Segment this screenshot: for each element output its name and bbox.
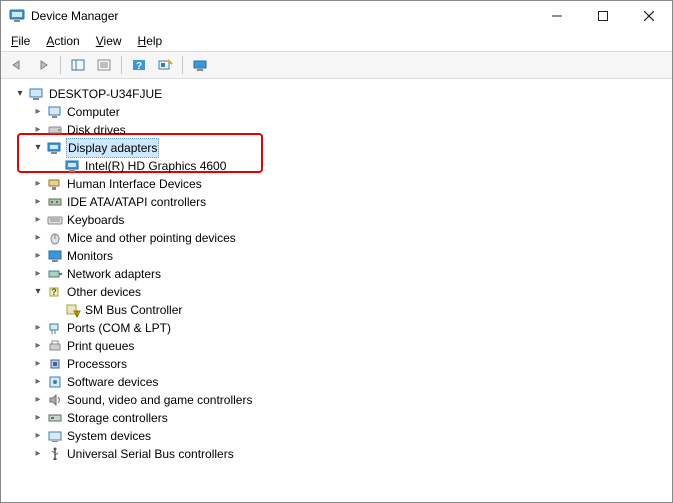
node-software-devices[interactable]: ▸ Software devices (5, 373, 668, 391)
chevron-right-icon[interactable]: ▸ (31, 447, 45, 461)
chevron-right-icon[interactable]: ▸ (31, 195, 45, 209)
toolbar: ? (1, 51, 672, 79)
chevron-right-icon[interactable]: ▸ (31, 357, 45, 371)
svg-text:?: ? (51, 287, 57, 297)
titlebar: Device Manager (1, 1, 672, 31)
node-print-queues[interactable]: ▸ Print queues (5, 337, 668, 355)
chevron-right-icon[interactable]: ▸ (31, 267, 45, 281)
system-device-icon (47, 428, 63, 444)
window-title: Device Manager (31, 9, 534, 23)
menu-file[interactable]: File (7, 33, 34, 49)
node-ports[interactable]: ▸ Ports (COM & LPT) (5, 319, 668, 337)
software-device-icon (47, 374, 63, 390)
svg-text:!: ! (76, 311, 78, 318)
menubar: File Action View Help (1, 31, 672, 51)
chevron-down-icon[interactable]: ▾ (31, 285, 45, 299)
chevron-right-icon[interactable]: ▸ (31, 231, 45, 245)
network-adapter-icon (47, 266, 63, 282)
toolbar-separator (60, 56, 61, 74)
properties-button[interactable] (92, 54, 116, 76)
node-intel-graphics[interactable]: ▸ Intel(R) HD Graphics 4600 (5, 157, 668, 175)
node-keyboards[interactable]: ▸ Keyboards (5, 211, 668, 229)
ide-controller-icon (47, 194, 63, 210)
scan-hardware-button[interactable] (153, 54, 177, 76)
node-system-devices[interactable]: ▸ System devices (5, 427, 668, 445)
node-sound[interactable]: ▸ Sound, video and game controllers (5, 391, 668, 409)
chevron-right-icon[interactable]: ▸ (31, 105, 45, 119)
chevron-right-icon[interactable]: ▸ (31, 213, 45, 227)
chevron-right-icon[interactable]: ▸ (31, 177, 45, 191)
node-mice[interactable]: ▸ Mice and other pointing devices (5, 229, 668, 247)
chevron-right-icon[interactable]: ▸ (31, 321, 45, 335)
node-display-adapters[interactable]: ▾ Display adapters (5, 139, 668, 157)
node-storage-controllers[interactable]: ▸ Storage controllers (5, 409, 668, 427)
chevron-down-icon[interactable]: ▾ (13, 87, 27, 101)
disk-drive-icon (47, 122, 63, 138)
forward-button[interactable] (31, 54, 55, 76)
keyboard-icon (47, 212, 63, 228)
minimize-button[interactable] (534, 1, 580, 31)
unknown-device-icon: ! (65, 302, 81, 318)
node-disk-drives[interactable]: ▸ Disk drives (5, 121, 668, 139)
chevron-right-icon[interactable]: ▸ (31, 393, 45, 407)
computer-root-icon (29, 86, 45, 102)
chevron-right-icon[interactable]: ▸ (31, 339, 45, 353)
maximize-button[interactable] (580, 1, 626, 31)
node-usb[interactable]: ▸ Universal Serial Bus controllers (5, 445, 668, 463)
usb-icon (47, 446, 63, 462)
monitor-icon (47, 248, 63, 264)
root-label: DESKTOP-U34FJUE (49, 85, 162, 103)
node-processors[interactable]: ▸ Processors (5, 355, 668, 373)
show-hide-console-button[interactable] (66, 54, 90, 76)
node-monitors[interactable]: ▸ Monitors (5, 247, 668, 265)
chevron-right-icon[interactable]: ▸ (31, 249, 45, 263)
node-smbus[interactable]: ▸ ! SM Bus Controller (5, 301, 668, 319)
app-icon (9, 8, 25, 24)
computer-icon (47, 104, 63, 120)
svg-text:?: ? (136, 61, 142, 72)
chevron-right-icon[interactable]: ▸ (31, 123, 45, 137)
back-button[interactable] (5, 54, 29, 76)
node-computer[interactable]: ▸ Computer (5, 103, 668, 121)
mouse-icon (47, 230, 63, 246)
display-adapter-icon (65, 158, 81, 174)
toolbar-separator (182, 56, 183, 74)
monitor-action-button[interactable] (188, 54, 212, 76)
display-adapters-label: Display adapters (66, 138, 159, 158)
chevron-down-icon[interactable]: ▾ (31, 141, 45, 155)
storage-controller-icon (47, 410, 63, 426)
window-controls (534, 1, 672, 31)
hid-icon (47, 176, 63, 192)
menu-help[interactable]: Help (134, 33, 167, 49)
other-devices-icon: ? (47, 284, 63, 300)
tree-root[interactable]: ▾ DESKTOP-U34FJUE (5, 85, 668, 103)
node-hid[interactable]: ▸ Human Interface Devices (5, 175, 668, 193)
node-network[interactable]: ▸ Network adapters (5, 265, 668, 283)
menu-view[interactable]: View (92, 33, 126, 49)
node-ide[interactable]: ▸ IDE ATA/ATAPI controllers (5, 193, 668, 211)
display-adapter-icon (47, 140, 63, 156)
menu-action[interactable]: Action (42, 33, 83, 49)
ports-icon (47, 320, 63, 336)
sound-icon (47, 392, 63, 408)
chevron-right-icon[interactable]: ▸ (31, 411, 45, 425)
device-tree[interactable]: ▾ DESKTOP-U34FJUE ▸ Computer ▸ Disk driv… (1, 79, 672, 502)
close-button[interactable] (626, 1, 672, 31)
processor-icon (47, 356, 63, 372)
node-other-devices[interactable]: ▾ ? Other devices (5, 283, 668, 301)
printer-icon (47, 338, 63, 354)
help-button[interactable]: ? (127, 54, 151, 76)
toolbar-separator (121, 56, 122, 74)
chevron-right-icon[interactable]: ▸ (31, 375, 45, 389)
chevron-right-icon[interactable]: ▸ (31, 429, 45, 443)
